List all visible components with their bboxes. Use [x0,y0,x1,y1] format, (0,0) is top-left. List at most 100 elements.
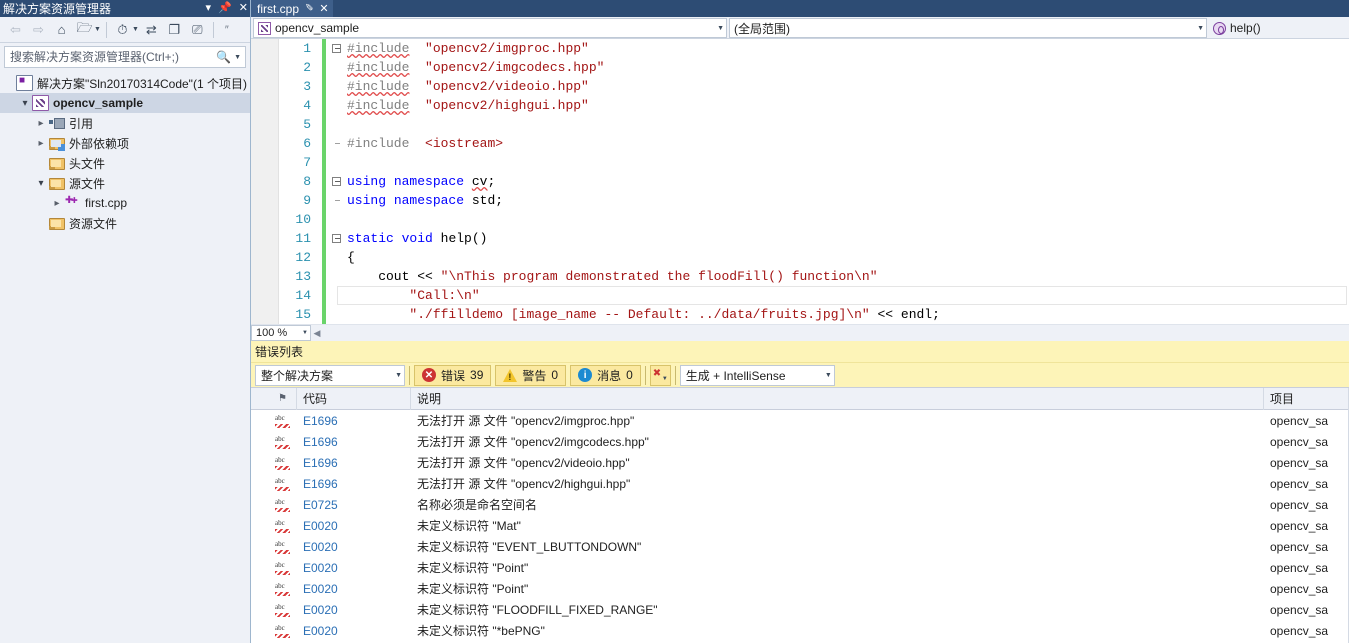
home-icon[interactable]: ⌂ [51,19,72,40]
table-row[interactable]: abcE0020未定义标识符 "Point"opencv_sa [251,557,1349,578]
collapse-arrow-icon[interactable] [18,98,32,109]
tree-item-3[interactable]: 外部依赖项 [0,133,250,153]
folder-view-icon[interactable]: 🗁 [74,19,95,40]
forward-icon[interactable]: ⇨ [28,19,49,40]
outline-collapse-icon[interactable] [326,234,346,243]
error-code[interactable]: E0020 [297,519,411,533]
chevron-down-icon[interactable]: ▼ [821,372,832,379]
outline-collapse-icon[interactable] [326,44,346,53]
properties-icon[interactable]: ⎚ [187,19,208,40]
expand-arrow-icon[interactable] [50,198,64,209]
error-icon: ✕ [422,368,436,382]
code-line[interactable]: 14 "Call:\n" [279,286,1349,305]
error-code[interactable]: E0020 [297,582,411,596]
code-line[interactable]: 7 [279,153,1349,172]
member-scope-dropdown[interactable]: help() [1209,18,1347,38]
tab-first-cpp[interactable]: first.cpp ✐ ✕ [251,0,333,17]
clear-filter-icon[interactable] [650,365,671,386]
code-line[interactable]: 4#include "opencv2/highgui.hpp" [279,96,1349,115]
expand-arrow-icon[interactable] [34,118,48,129]
table-row[interactable]: abcE0020未定义标识符 "Point"opencv_sa [251,578,1349,599]
chevron-down-icon[interactable]: ▼ [132,26,139,33]
errors-filter-button[interactable]: ✕ 错误 39 [414,365,491,386]
code-line[interactable]: 5 [279,115,1349,134]
chevron-down-icon[interactable]: ▼ [302,330,308,336]
code-line[interactable]: 12{ [279,248,1349,267]
code-lines[interactable]: 1#include "opencv2/imgproc.hpp"2#include… [279,39,1349,324]
member-scope-value: help() [1230,21,1345,35]
messages-filter-button[interactable]: i 消息 0 [570,365,641,386]
refresh-icon[interactable]: ❐ [164,19,185,40]
tree-item-7[interactable]: 资源文件 [0,213,250,233]
collapse-arrow-icon[interactable] [34,178,48,189]
code-line[interactable]: 2#include "opencv2/imgcodecs.hpp" [279,58,1349,77]
chevron-down-icon[interactable]: ▼ [1193,25,1204,32]
project-column-header[interactable]: 项目 [1264,388,1349,410]
table-row[interactable]: abcE1696无法打开 源 文件 "opencv2/highgui.hpp"o… [251,473,1349,494]
code-line[interactable]: 11static void help() [279,229,1349,248]
code-line[interactable]: 13 cout << "\nThis program demonstrated … [279,267,1349,286]
severity-column-header[interactable] [269,388,297,410]
search-input[interactable] [10,50,216,64]
error-code[interactable]: E0725 [297,498,411,512]
back-icon[interactable]: ⇦ [5,19,26,40]
table-row[interactable]: abcE1696无法打开 源 文件 "opencv2/videoio.hpp"o… [251,452,1349,473]
description-column-header[interactable]: 说明 [411,388,1264,410]
code-line[interactable]: 3#include "opencv2/videoio.hpp" [279,77,1349,96]
error-code[interactable]: E0020 [297,540,411,554]
table-row[interactable]: abcE0020未定义标识符 "FLOODFILL_FIXED_RANGE"op… [251,599,1349,620]
code-line[interactable]: 6#include <iostream> [279,134,1349,153]
tree-item-5[interactable]: 源文件 [0,173,250,193]
error-code[interactable]: E0020 [297,603,411,617]
error-scope-dropdown[interactable]: 整个解决方案 ▼ [255,365,405,386]
tree-item-0[interactable]: 解决方案"Sln20170314Code"(1 个项目) [0,73,250,93]
tree-item-2[interactable]: 引用 [0,113,250,133]
intellisense-error-icon: abc [269,498,297,512]
chevron-down-icon[interactable]: ▼ [94,26,101,33]
overflow-icon[interactable]: ″ [225,24,228,36]
error-code[interactable]: E0020 [297,624,411,638]
search-box[interactable]: 🔍 ▼ [4,46,246,68]
table-row[interactable]: abcE1696无法打开 源 文件 "opencv2/imgcodecs.hpp… [251,431,1349,452]
error-code[interactable]: E0020 [297,561,411,575]
project-scope-dropdown[interactable]: opencv_sample ▼ [253,18,727,38]
chevron-down-icon[interactable]: ▼ [391,372,402,379]
type-scope-dropdown[interactable]: (全局范围) ▼ [729,18,1207,38]
chevron-down-icon[interactable]: ▼ [713,25,724,32]
sync-icon[interactable]: ⇄ [141,19,162,40]
close-icon[interactable]: ✕ [239,3,248,14]
chevron-down-icon[interactable]: ▼ [234,54,241,61]
horizontal-scrollbar[interactable] [323,325,1349,341]
scroll-left-button[interactable]: ◀ [311,325,323,341]
zoom-dropdown[interactable]: 100 % ▼ [251,325,311,341]
code-editor[interactable]: 1#include "opencv2/imgproc.hpp"2#include… [251,39,1349,324]
error-code[interactable]: E1696 [297,456,411,470]
error-code[interactable]: E1696 [297,414,411,428]
pending-changes-icon[interactable]: ⏱ [112,19,133,40]
pin-icon[interactable]: 📌 [218,3,232,14]
code-line[interactable]: 1#include "opencv2/imgproc.hpp" [279,39,1349,58]
warnings-filter-button[interactable]: 警告 0 [495,365,566,386]
table-row[interactable]: abcE0020未定义标识符 "*bePNG"opencv_sa [251,620,1349,641]
table-row[interactable]: abcE0725名称必须是命名空间名opencv_sa [251,494,1349,515]
search-icon[interactable]: 🔍 [216,50,231,64]
code-line[interactable]: 8using namespace cv; [279,172,1349,191]
table-row[interactable]: abcE0020未定义标识符 "EVENT_LBUTTONDOWN"opencv… [251,536,1349,557]
tree-item-6[interactable]: first.cpp [0,193,250,213]
close-icon[interactable]: ✕ [319,2,328,15]
error-code[interactable]: E1696 [297,477,411,491]
build-source-dropdown[interactable]: 生成 + IntelliSense ▼ [680,365,835,386]
expand-arrow-icon[interactable] [34,138,48,149]
code-line[interactable]: 10 [279,210,1349,229]
error-code[interactable]: E1696 [297,435,411,449]
tree-item-4[interactable]: 头文件 [0,153,250,173]
table-row[interactable]: abcE0020未定义标识符 "Mat"opencv_sa [251,515,1349,536]
pin-icon[interactable]: ✐ [305,3,313,14]
code-line[interactable]: 9using namespace std; [279,191,1349,210]
code-line[interactable]: 15 "./ffilldemo [image_name -- Default: … [279,305,1349,324]
code-column-header[interactable]: 代码 [297,388,411,410]
tree-item-1[interactable]: opencv_sample [0,93,250,113]
outline-collapse-icon[interactable] [326,177,346,186]
chevron-down-icon[interactable]: ▾ [206,3,212,14]
table-row[interactable]: abcE1696无法打开 源 文件 "opencv2/imgproc.hpp"o… [251,410,1349,431]
